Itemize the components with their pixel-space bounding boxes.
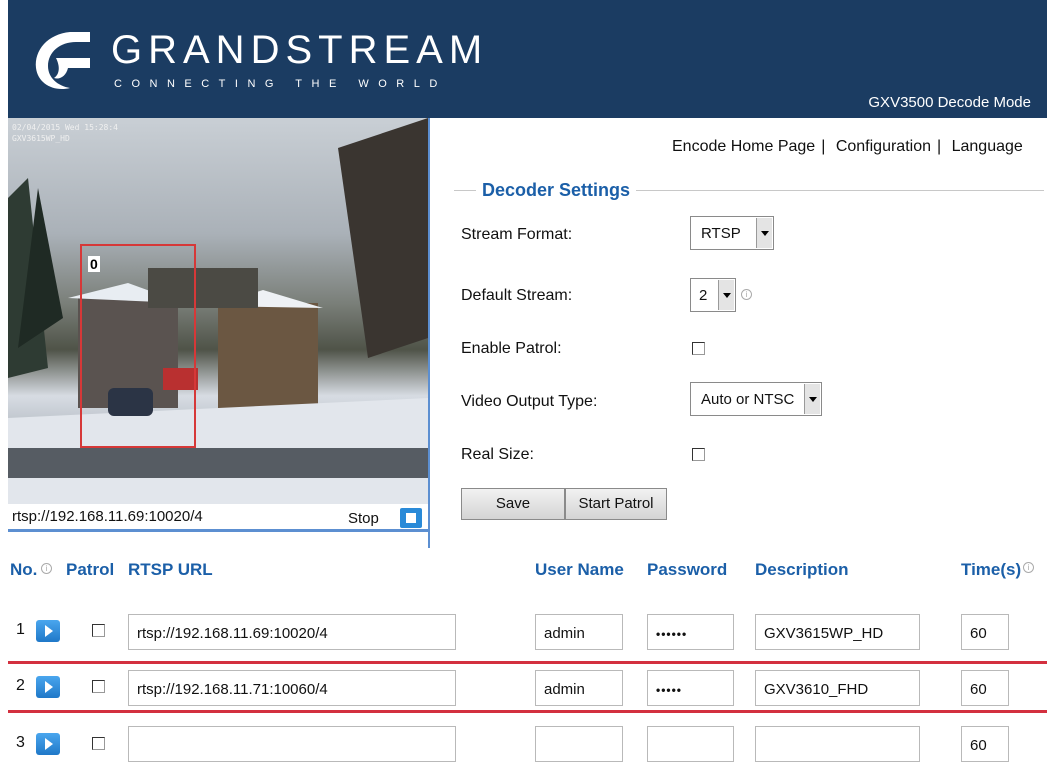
- grandstream-logo-icon: [35, 32, 90, 90]
- top-nav: Encode Home Page | Configuration | Languag…: [672, 138, 1029, 156]
- video-osd-overlay: 02/04/2015 Wed 15:28:4 GXV3615WP_HD: [12, 122, 118, 144]
- info-icon: i: [1023, 562, 1034, 573]
- save-button[interactable]: Save: [461, 488, 565, 520]
- default-stream-select[interactable]: 2: [690, 278, 736, 312]
- password-input[interactable]: [647, 726, 734, 762]
- play-icon[interactable]: [36, 676, 60, 698]
- rtsp-url-input[interactable]: rtsp://192.168.11.69:10020/4: [128, 614, 456, 650]
- row-number: 1: [16, 621, 25, 638]
- row-highlight-bottom: [8, 710, 1047, 713]
- device-mode-title: GXV3500 Decode Mode: [868, 94, 1031, 111]
- row-number: 3: [16, 734, 25, 751]
- video-scene: [8, 118, 428, 504]
- column-header-user-name: User Name: [535, 560, 624, 579]
- time-input[interactable]: 60: [961, 670, 1009, 706]
- user-name-input[interactable]: admin: [535, 614, 623, 650]
- panel-divider: [428, 118, 434, 548]
- decoder-settings-title: Decoder Settings: [476, 180, 637, 201]
- play-icon[interactable]: [36, 733, 60, 755]
- motion-region-label: 0: [88, 256, 100, 272]
- video-output-type-label: Video Output Type:: [461, 393, 598, 410]
- description-input[interactable]: GXV3615WP_HD: [755, 614, 920, 650]
- nav-separator: |: [936, 138, 942, 155]
- password-input[interactable]: •••••: [647, 670, 734, 706]
- real-size-checkbox[interactable]: [692, 448, 705, 461]
- enable-patrol-checkbox[interactable]: [692, 342, 705, 355]
- column-header-description: Description: [755, 560, 849, 579]
- brand-name: GRANDSTREAM: [111, 28, 489, 72]
- header-banner: GRANDSTREAM CONNECTING THE WORLD GXV3500…: [8, 0, 1047, 118]
- current-stream-url: rtsp://192.168.11.69:10020/4: [12, 508, 203, 525]
- description-input[interactable]: GXV3610_FHD: [755, 670, 920, 706]
- osd-timestamp: 02/04/2015 Wed 15:28:4: [12, 123, 118, 132]
- start-patrol-button[interactable]: Start Patrol: [565, 488, 667, 520]
- info-icon: i: [41, 563, 52, 574]
- chevron-down-icon: [804, 384, 820, 414]
- rtsp-url-input[interactable]: [128, 726, 456, 762]
- stop-icon[interactable]: [400, 508, 422, 528]
- video-status-bar: rtsp://192.168.11.69:10020/4 Stop: [8, 504, 428, 532]
- motion-detection-box: [80, 244, 196, 448]
- info-icon: i: [741, 289, 752, 300]
- patrol-checkbox[interactable]: [92, 624, 105, 637]
- column-header-password: Password: [647, 560, 728, 579]
- video-preview: 02/04/2015 Wed 15:28:4 GXV3615WP_HD 0: [8, 118, 428, 504]
- nav-separator: |: [821, 138, 826, 155]
- language-link[interactable]: Language: [952, 138, 1023, 155]
- user-name-input[interactable]: [535, 726, 623, 762]
- patrol-checkbox[interactable]: [92, 737, 105, 750]
- row-highlight-top: [8, 661, 1047, 664]
- chevron-down-icon: [756, 218, 772, 248]
- description-input[interactable]: [755, 726, 920, 762]
- video-output-type-select[interactable]: Auto or NTSC: [690, 382, 822, 416]
- column-header-no: No.: [10, 560, 37, 580]
- time-input[interactable]: 60: [961, 614, 1009, 650]
- patrol-checkbox[interactable]: [92, 680, 105, 693]
- stream-format-select[interactable]: RTSP: [690, 216, 774, 250]
- brand-tagline: CONNECTING THE WORLD: [114, 78, 447, 90]
- stop-label: Stop: [348, 510, 379, 527]
- password-input[interactable]: ••••••: [647, 614, 734, 650]
- column-header-patrol: Patrol: [66, 560, 115, 579]
- row-number: 2: [16, 677, 25, 694]
- enable-patrol-label: Enable Patrol:: [461, 340, 562, 357]
- osd-camera-name: GXV3615WP_HD: [12, 134, 70, 143]
- default-stream-value: 2: [699, 287, 708, 304]
- rtsp-url-input[interactable]: rtsp://192.168.11.71:10060/4: [128, 670, 456, 706]
- chevron-down-icon: [718, 280, 734, 310]
- stream-format-value: RTSP: [701, 225, 741, 242]
- column-header-rtsp-url: RTSP URL: [128, 560, 213, 579]
- configuration-link[interactable]: Configuration: [836, 138, 931, 155]
- column-header-time: Time(s): [961, 560, 1022, 579]
- time-input[interactable]: 60: [961, 726, 1009, 762]
- real-size-label: Real Size:: [461, 446, 534, 463]
- play-icon[interactable]: [36, 620, 60, 642]
- stream-format-label: Stream Format:: [461, 226, 573, 243]
- default-stream-label: Default Stream:: [461, 287, 573, 304]
- user-name-input[interactable]: admin: [535, 670, 623, 706]
- column-header-no-label: No.: [10, 560, 38, 579]
- video-output-type-value: Auto or NTSC: [701, 391, 795, 408]
- encode-home-link[interactable]: Encode Home Page: [672, 138, 815, 155]
